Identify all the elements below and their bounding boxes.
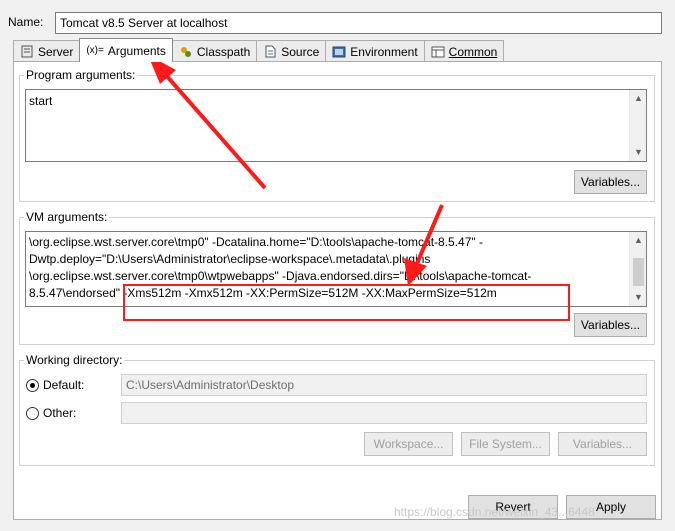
tab-source[interactable]: Source [256,40,327,62]
other-radio[interactable] [26,406,39,420]
tab-server[interactable]: Server [13,40,81,62]
tab-environment[interactable]: Environment [325,40,425,62]
tab-arguments-label: Arguments [107,43,166,58]
server-icon [20,45,34,59]
file-system-button[interactable]: File System... [461,432,550,456]
program-arguments-scrollbar[interactable]: ▲ ▼ [629,90,646,161]
scroll-down-icon[interactable]: ▼ [630,144,646,161]
annotation-highlight-box [123,284,570,321]
source-icon [263,45,277,59]
scroll-thumb[interactable] [633,258,644,286]
other-radio-label: Other: [43,406,77,420]
program-arguments-input[interactable]: start ▲ ▼ [25,89,647,162]
tab-server-label: Server [38,44,74,59]
workspace-button[interactable]: Workspace... [364,432,453,456]
working-variables-button[interactable]: Variables... [558,432,647,456]
scroll-up-icon[interactable]: ▲ [630,232,646,249]
tab-classpath[interactable]: Classpath [171,40,258,62]
vm-arguments-line: \org.eclipse.wst.server.core\tmp0" -Dcat… [29,235,483,249]
common-icon [431,45,445,59]
other-directory-field[interactable] [121,402,647,424]
default-radio[interactable] [26,378,39,392]
watermark: https://blog.csdn.net/weixin_43...6448 [394,505,595,519]
working-directory-label: Working directory: [24,353,125,367]
other-radio-row[interactable]: Other: [26,406,76,420]
vm-arguments-scrollbar[interactable]: ▲ ▼ [629,232,646,306]
name-label: Name: [8,15,44,29]
scroll-down-icon[interactable]: ▼ [630,289,646,306]
classpath-icon [179,45,193,59]
name-field[interactable]: Tomcat v8.5 Server at localhost [55,12,662,34]
vm-arguments-line: Dwtp.deploy="D:\Users\Administrator\ecli… [29,252,431,266]
tab-common-label: Common [448,44,498,59]
tab-common[interactable]: Common [423,40,505,62]
program-variables-button[interactable]: Variables... [574,170,647,194]
default-radio-label: Default: [43,378,85,392]
scroll-up-icon[interactable]: ▲ [630,90,646,107]
vm-arguments-line: \org.eclipse.wst.server.core\tmp0\wtpweb… [29,269,532,283]
vm-variables-button[interactable]: Variables... [574,313,647,337]
program-arguments-value: start [29,94,53,108]
tab-arguments[interactable]: (x)= Arguments [79,38,173,62]
arguments-icon: (x)= [86,45,104,56]
tab-bar: Server (x)= Arguments Classpath Source E… [13,38,505,62]
default-directory-field: C:\Users\Administrator\Desktop [121,374,647,396]
tab-classpath-label: Classpath [196,44,251,59]
default-radio-row[interactable]: Default: [26,378,84,392]
program-arguments-label: Program arguments: [24,68,138,82]
tab-source-label: Source [281,44,320,59]
vm-arguments-label: VM arguments: [24,210,110,224]
environment-icon [332,45,346,59]
tab-environment-label: Environment [350,44,418,59]
